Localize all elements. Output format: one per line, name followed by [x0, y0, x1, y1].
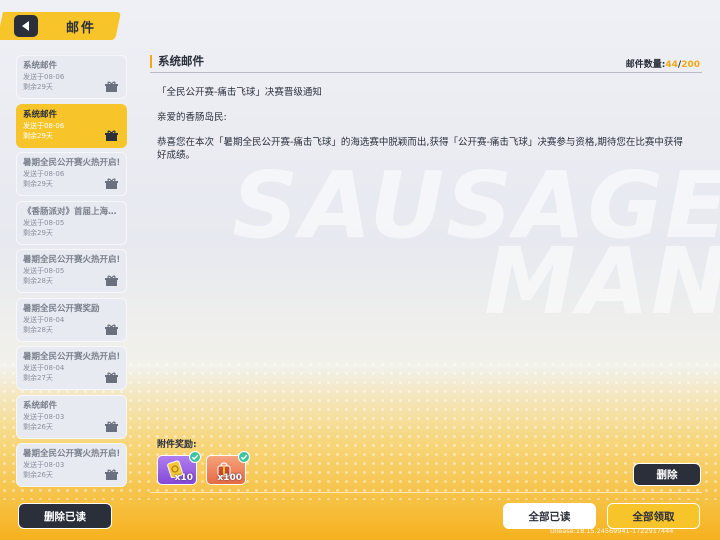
mail-content: 「全民公开赛-痛击飞球」决赛晋级通知 亲爱的香肠岛民: 恭喜您在本次「暑期全民公… — [157, 86, 687, 174]
gift-box-icon — [105, 372, 118, 383]
back-button[interactable] — [14, 15, 38, 37]
gift-box-icon — [105, 421, 118, 432]
mail-item[interactable]: 系统邮件 发送于08-03 剩余26天 — [16, 394, 127, 439]
mail-body: 恭喜您在本次「暑期全民公开赛-痛击飞球」的海选赛中脱颖而出,获得「公开赛-痛击飞… — [157, 137, 683, 161]
reward-quantity: x10 — [174, 473, 193, 483]
gift-box-icon — [105, 275, 118, 286]
mail-item-title: 暑期全民公开赛火热开启! — [23, 158, 119, 168]
mail-item[interactable]: 暑期全民公开赛火热开启! 发送于08-03 剩余26天 — [16, 443, 127, 487]
mail-item[interactable]: 暑期全民公开赛火热开启! 发送于08-04 剩余27天 — [16, 346, 127, 390]
gift-box-icon — [105, 324, 118, 335]
delete-button[interactable]: 删除 — [633, 463, 701, 486]
gift-box-icon — [105, 130, 118, 141]
mail-item-title: 系统邮件 — [23, 61, 58, 71]
mail-count: 邮件数量:44/200 — [626, 57, 700, 70]
claim-all-button[interactable]: 全部领取 — [607, 503, 700, 529]
read-all-button[interactable]: 全部已读 — [503, 503, 596, 529]
check-icon — [238, 451, 250, 463]
mail-item[interactable]: 《香肠派对》首届上海… 发送于08-05 剩余29天 — [16, 200, 127, 245]
mail-item-title: 系统邮件 — [23, 109, 58, 120]
mail-item-title: 暑期全民公开赛火热开启! — [23, 352, 119, 362]
back-arrow-icon — [22, 21, 29, 31]
mail-item[interactable]: 暑期全民公开赛火热开启! 发送于08-06 剩余29天 — [16, 152, 127, 196]
mail-item[interactable]: 暑期全民公开赛火热开启! 发送于08-05 剩余28天 — [16, 249, 127, 293]
mail-item-title: 《香肠派对》首届上海… — [23, 206, 117, 217]
mail-count-max: 200 — [681, 60, 700, 70]
gift-box-icon — [105, 469, 118, 480]
reward-item[interactable]: x10 — [157, 451, 201, 485]
mail-item-date: 发送于08-05 — [23, 218, 65, 227]
background-logo-text: SAUSAGE MAN — [232, 152, 720, 335]
gift-box-icon — [105, 81, 118, 92]
mail-item-title: 系统邮件 — [23, 400, 58, 411]
mail-item-selected[interactable]: 系统邮件 发送于08-06 剩余29天 — [16, 103, 127, 148]
attachments-label: 附件奖励: — [157, 440, 197, 450]
gift-box-icon — [105, 178, 118, 189]
mail-item[interactable]: 暑期全民公开赛奖励 发送于08-04 剩余28天 — [16, 297, 127, 342]
divider — [150, 72, 702, 73]
mail-count-current: 44 — [665, 60, 678, 70]
reward-quantity: x100 — [217, 473, 242, 483]
check-icon — [189, 451, 201, 463]
mail-item[interactable]: 系统邮件 发送于08-06 剩余29天 — [16, 55, 127, 99]
mail-list[interactable]: 系统邮件 发送于08-06 剩余29天 系统邮件 发送于08-06 剩余29天 … — [16, 55, 128, 487]
mail-item-title: 暑期全民公开赛火热开启! — [23, 449, 119, 459]
mail-count-label: 邮件数量: — [625, 60, 666, 70]
page-title: 邮件 — [66, 21, 97, 36]
mail-item-remaining: 剩余29天 — [23, 228, 53, 237]
mail-item-title: 暑期全民公开赛奖励 — [23, 303, 100, 314]
mail-detail-title: 系统邮件 — [150, 55, 204, 68]
reward-item[interactable]: x100 — [206, 451, 250, 485]
delete-read-button[interactable]: 删除已读 — [18, 503, 112, 529]
uid-text: Ullease:18.15.24569941-1722917444 — [550, 527, 674, 535]
mail-item-title: 暑期全民公开赛火热开启! — [23, 255, 119, 265]
mail-greeting: 亲爱的香肠岛民: — [157, 112, 227, 123]
mail-subject: 「全民公开赛-痛击飞球」决赛晋级通知 — [157, 87, 322, 98]
bottom-divider — [150, 492, 702, 493]
